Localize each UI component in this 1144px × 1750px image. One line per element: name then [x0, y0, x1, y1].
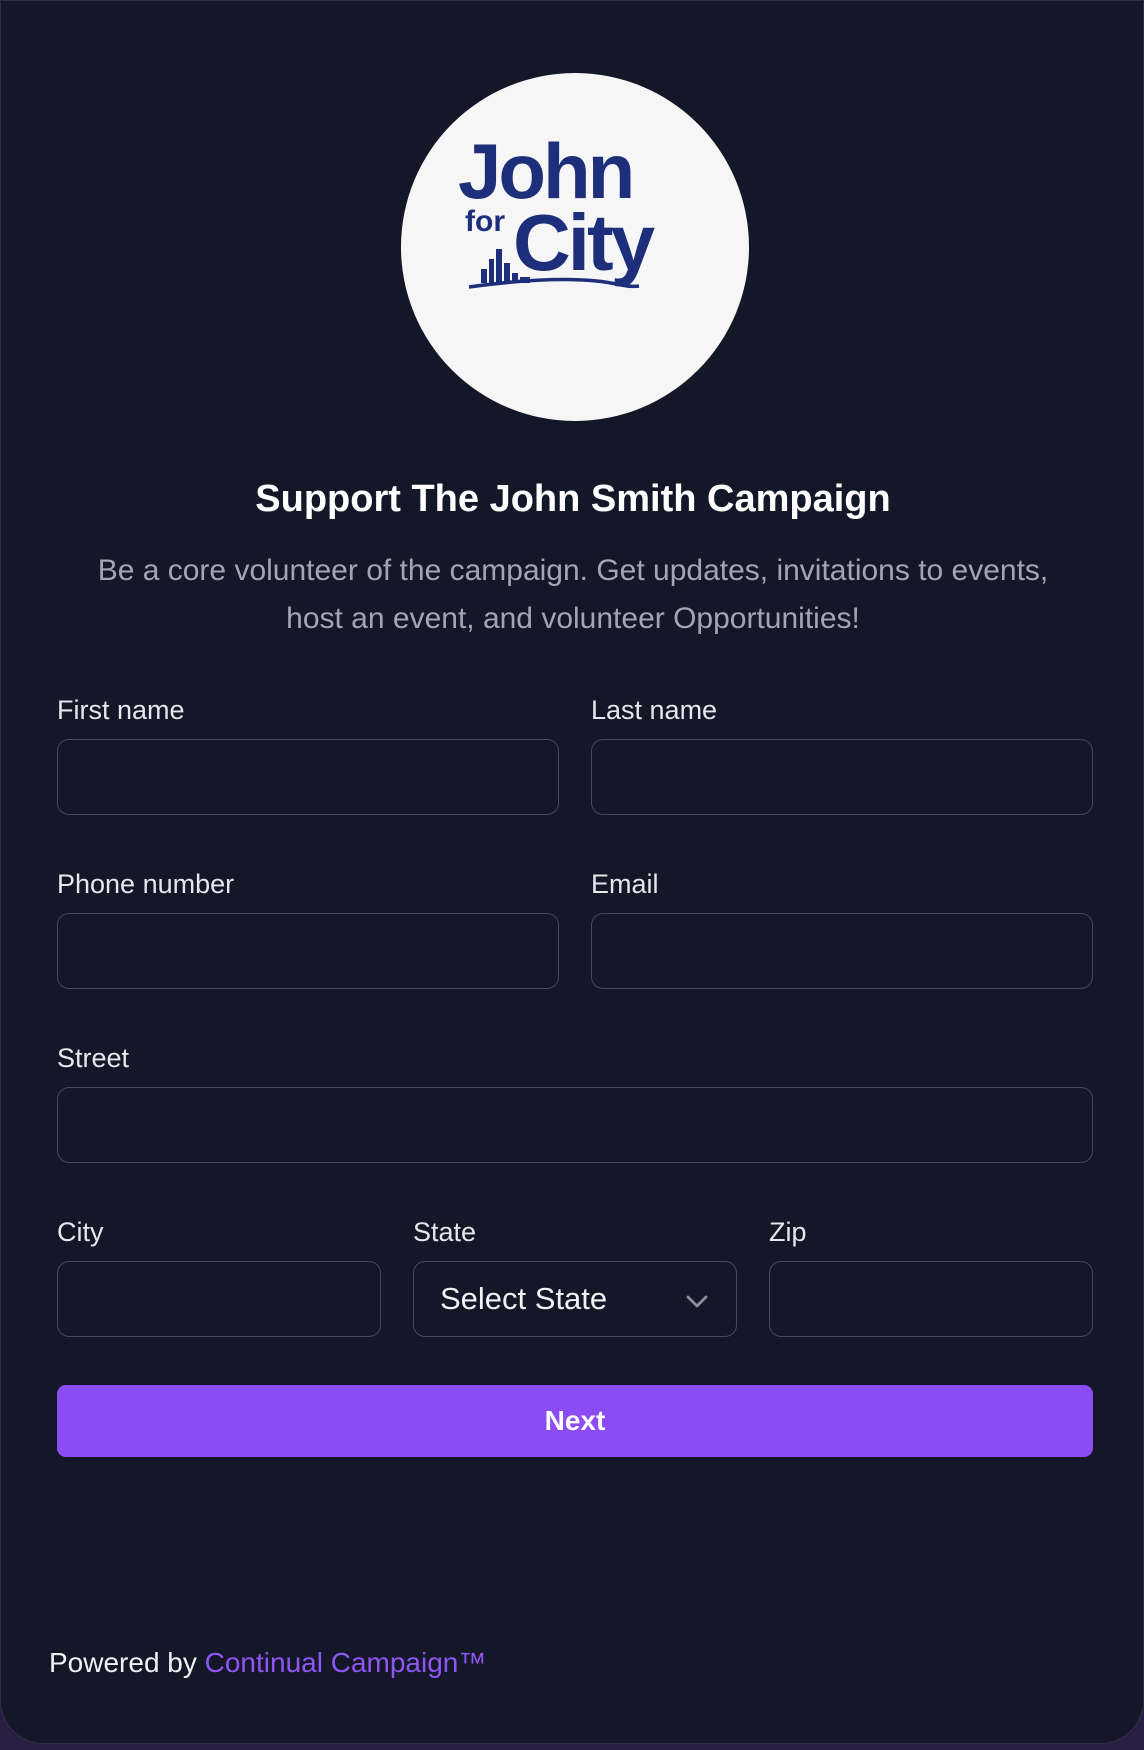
- next-button[interactable]: Next: [57, 1385, 1093, 1457]
- subtitle-line-2: host an event, and volunteer Opportuniti…: [286, 602, 860, 635]
- logo-text-for: for: [465, 205, 505, 238]
- logo-graphic: John for City: [458, 127, 659, 289]
- state-label: State: [413, 1217, 477, 1247]
- city-input[interactable]: [57, 1261, 381, 1337]
- street-input[interactable]: [57, 1087, 1093, 1163]
- state-select-value: Select State: [440, 1281, 608, 1316]
- first-name-input[interactable]: [57, 739, 559, 815]
- email-label: Email: [591, 869, 659, 899]
- city-label: City: [57, 1217, 104, 1247]
- email-input[interactable]: [591, 913, 1093, 989]
- last-name-input[interactable]: [591, 739, 1093, 815]
- phone-number-input[interactable]: [57, 913, 559, 989]
- zip-label: Zip: [769, 1217, 807, 1247]
- continual-campaign-link[interactable]: Continual Campaign™: [205, 1647, 487, 1678]
- footer-prefix: Powered by: [49, 1647, 205, 1678]
- phone-number-label: Phone number: [57, 869, 235, 899]
- last-name-label: Last name: [591, 695, 718, 725]
- logo-text-city: City: [513, 198, 656, 287]
- campaign-logo: John for City: [401, 73, 749, 421]
- zip-input[interactable]: [769, 1261, 1093, 1337]
- first-name-label: First name: [57, 695, 185, 725]
- footer: Powered by Continual Campaign™: [49, 1645, 486, 1681]
- page-subtitle: Be a core volunteer of the campaign. Get…: [41, 547, 1105, 643]
- chevron-down-icon: [686, 1295, 708, 1308]
- page-title: Support The John Smith Campaign: [255, 478, 891, 520]
- street-label: Street: [57, 1043, 130, 1073]
- signup-card: John for City Support The John Smith Cam…: [0, 0, 1144, 1744]
- subtitle-line-1: Be a core volunteer of the campaign. Get…: [97, 554, 1049, 587]
- state-select[interactable]: Select State: [413, 1261, 737, 1337]
